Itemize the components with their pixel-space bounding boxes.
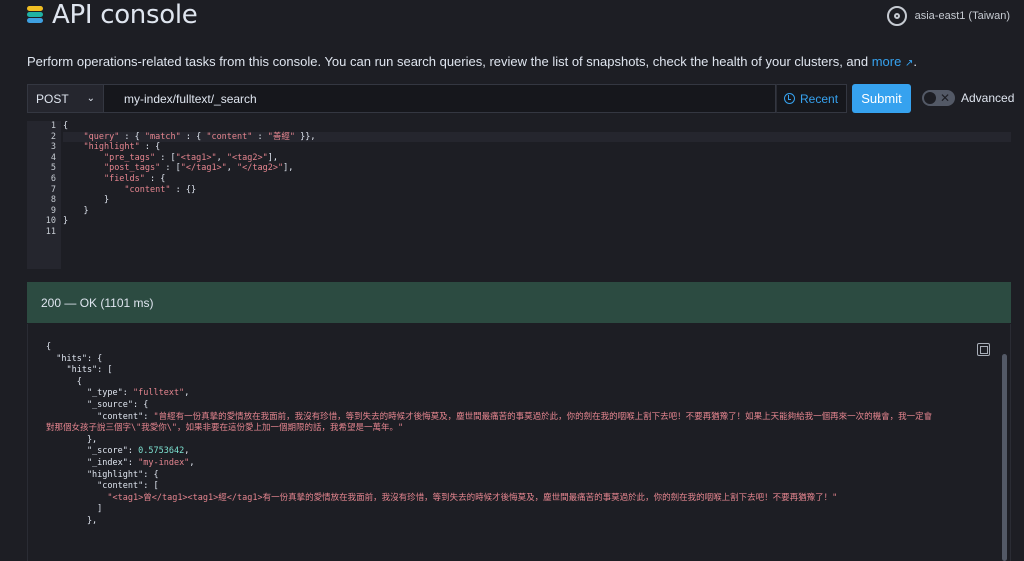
code-line: "content" : {} <box>124 184 197 195</box>
code-line: "fields" : { <box>103 173 166 184</box>
line-number: 3 <box>50 142 56 153</box>
advanced-label: Advanced <box>961 91 1015 105</box>
toggle-knob <box>924 92 936 104</box>
response-line: "_score": 0.5753642, <box>46 446 190 457</box>
page-title: API console <box>52 0 198 30</box>
response-line: }, <box>46 515 98 526</box>
response-line: "hits": [ <box>46 365 113 376</box>
code-line: { <box>63 121 69 131</box>
line-number: 10 <box>45 216 56 227</box>
line-number: 9 <box>50 205 56 216</box>
more-link[interactable]: more ↗ <box>872 54 914 69</box>
line-number: 5 <box>50 163 56 174</box>
line-number: 8 <box>50 195 56 206</box>
response-line: "hits": { <box>46 353 103 364</box>
region-indicator: asia-east1 (Taiwan) <box>886 6 1010 26</box>
clock-icon <box>784 93 795 104</box>
method-value: POST <box>36 91 69 106</box>
response-line: "content": [ <box>46 481 159 492</box>
response-line: { <box>46 342 52 352</box>
line-number: 2 <box>50 131 56 142</box>
line-number: 7 <box>50 184 56 195</box>
response-scrollbar[interactable] <box>1002 354 1007 561</box>
region-label: asia-east1 (Taiwan) <box>914 10 1010 22</box>
response-status-banner: 200 — OK (1101 ms) <box>27 282 1011 323</box>
page-header: API console asia-east1 (Taiwan) <box>0 0 1024 32</box>
request-editor[interactable]: 1 2 3 4 5 6 7 8 9 10 11 { "query" : { "match" : { … <box>27 121 1011 269</box>
line-number: 11 <box>45 226 56 237</box>
code-line: } <box>63 195 110 206</box>
close-icon: ✕ <box>939 91 950 105</box>
chevron-down-icon: ⌄ <box>86 93 95 104</box>
fullscreen-icon[interactable] <box>977 343 990 356</box>
console-description: Perform operations-related tasks from th… <box>27 54 917 69</box>
response-line: "content": "曾經有一份真摯的愛情放在我面前，我沒有珍惜，等到失去的時… <box>46 411 933 422</box>
code-line: "post_tags" : ["</tag1>", "</tag2>"], <box>103 163 294 174</box>
code-line: } <box>63 216 69 227</box>
code-line: "query" : { "match" : { "content" : "善經"… <box>63 131 1011 143</box>
elastic-logo-icon <box>27 6 43 24</box>
request-path-input[interactable]: my-index/fulltext/_search <box>104 84 776 113</box>
advanced-toggle[interactable]: ✕ <box>922 90 955 106</box>
code-line: } <box>63 205 89 216</box>
code-line: "highlight" : { <box>83 142 161 153</box>
code-line: "pre_tags" : ["<tag1>", "<tag2>"], <box>103 152 279 163</box>
request-bar: POST ⌄ my-index/fulltext/_search Recent <box>27 84 847 113</box>
response-line: "_index": "my-index", <box>46 457 195 468</box>
region-provider-icon <box>886 6 907 26</box>
response-line: "highlight": { <box>46 469 159 480</box>
advanced-toggle-group: ✕ Advanced <box>922 90 1014 106</box>
line-number: 6 <box>50 173 56 184</box>
response-panel: { "hits": { "hits": [ { "_type": "fullte… <box>27 324 1011 561</box>
method-select[interactable]: POST ⌄ <box>27 84 104 113</box>
response-line: "_type": "fulltext", <box>46 388 190 399</box>
response-line: "_source": { <box>46 399 149 410</box>
line-number: 1 <box>50 121 56 131</box>
response-status: 200 — OK (1101 ms) <box>41 295 154 310</box>
response-line: "<tag1>曾</tag1><tag1>經</tag1>有一份真摯的愛情放在我… <box>46 492 838 503</box>
recent-button[interactable]: Recent <box>776 84 847 113</box>
editor-code[interactable]: { "query" : { "match" : { "content" : "善… <box>63 121 1011 238</box>
response-line: 對那個女孩子說三個字\"我愛你\"，如果非要在這份愛上加一個期限的話，我希望是一… <box>46 423 404 434</box>
response-line: ] <box>46 504 103 515</box>
submit-button[interactable]: Submit <box>852 84 911 113</box>
editor-gutter: 1 2 3 4 5 6 7 8 9 10 11 <box>27 121 61 269</box>
response-line: }, <box>46 434 98 445</box>
line-number: 4 <box>50 152 56 163</box>
response-line: { <box>46 376 82 387</box>
response-body: { "hits": { "hits": [ { "_type": "fullte… <box>46 342 986 528</box>
